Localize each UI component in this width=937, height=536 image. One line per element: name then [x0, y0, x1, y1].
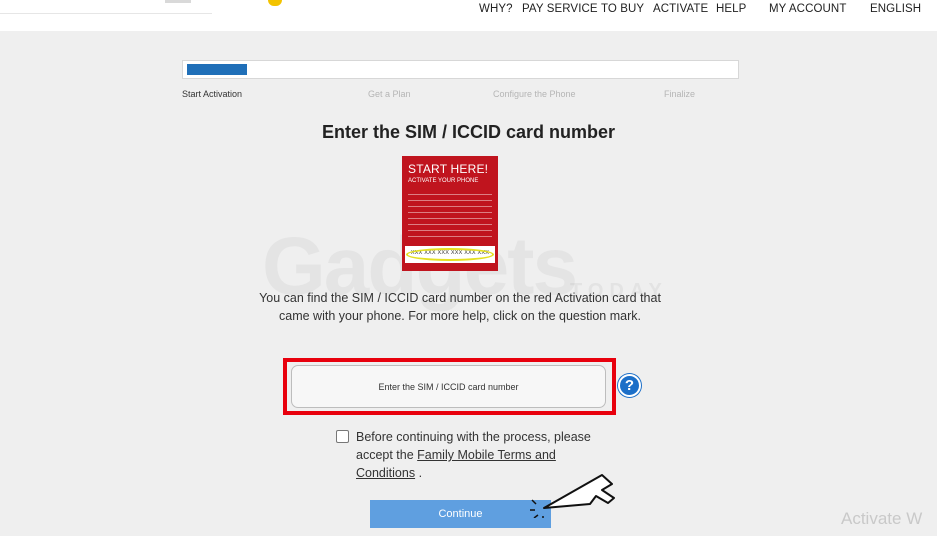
- page-title: Enter the SIM / ICCID card number: [321, 122, 616, 142]
- card-line: [408, 224, 492, 225]
- logo-fragment: [165, 0, 191, 3]
- nav-item-help[interactable]: HELP: [716, 3, 746, 15]
- help-question-icon[interactable]: ?: [618, 374, 641, 397]
- nav-item-my-account[interactable]: MY ACCOUNT: [769, 3, 846, 15]
- brand-logo-fragment: [268, 0, 282, 6]
- step-get-a-plan: Get a Plan: [368, 89, 411, 99]
- step-configure-phone: Configure the Phone: [493, 89, 576, 99]
- card-line: [408, 230, 492, 231]
- terms-suffix: .: [418, 466, 423, 480]
- card-line: [408, 236, 492, 237]
- card-title: START HERE!: [408, 162, 489, 176]
- nav-item-language[interactable]: ENGLISH: [870, 3, 921, 15]
- terms-checkbox[interactable]: [336, 430, 349, 443]
- card-number-highlight: [406, 248, 494, 261]
- pointer-arrow-icon: [530, 474, 615, 518]
- card-number-slot: XXX XXX XXX XXX XXX XXX: [405, 246, 495, 263]
- card-subtitle: ACTIVATE YOUR PHONE: [408, 178, 479, 184]
- nav-item-why[interactable]: WHY?: [479, 3, 513, 15]
- os-activation-watermark: Activate W: [841, 509, 923, 528]
- continue-button[interactable]: Continue: [370, 500, 551, 528]
- step-finalize: Finalize: [664, 89, 696, 99]
- card-line: [408, 206, 492, 207]
- top-header: WHY? PAY SERVICE TO BUY ACTIVATE HELP MY…: [0, 0, 937, 31]
- activation-card-image: START HERE! ACTIVATE YOUR PHONE XXX XXX …: [402, 156, 498, 271]
- sim-iccid-input[interactable]: [291, 365, 606, 408]
- nav-item-activate[interactable]: ACTIVATE: [653, 3, 708, 15]
- card-line: [408, 218, 492, 219]
- card-line: [408, 194, 492, 195]
- instruction-text: You can find the SIM / ICCID card number…: [259, 291, 661, 323]
- card-line: [408, 200, 492, 201]
- header-divider: [0, 13, 212, 14]
- card-line: [408, 212, 492, 213]
- activation-progress-bar: [182, 60, 739, 79]
- nav-item-to-buy[interactable]: TO BUY: [601, 3, 644, 15]
- nav-item-pay-service[interactable]: PAY SERVICE: [522, 3, 598, 15]
- progress-fill: [187, 64, 247, 75]
- step-start-activation: Start Activation: [182, 89, 243, 99]
